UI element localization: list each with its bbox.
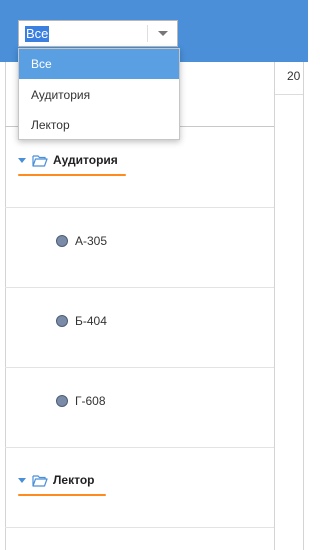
timeline-date-header: 20 [287,69,301,83]
tree-group-label: Аудитория [53,153,118,167]
row-divider [5,207,274,208]
tree-item-label: А-305 [75,234,108,248]
column-divider[interactable] [274,62,275,550]
row-divider [5,287,274,288]
filter-dropdown-list: Все Аудитория Лектор [18,48,180,140]
tree-group-auditorium[interactable]: Аудитория [18,150,118,170]
expand-caret-icon[interactable] [18,157,26,163]
resource-dot-icon [56,395,68,407]
dropdown-option-all[interactable]: Все [19,49,179,79]
tree-group-label: Лектор [53,473,95,487]
folder-open-icon [32,474,48,487]
tree-item-label: Б-404 [75,314,107,328]
combobox-separator [147,25,148,42]
resource-dot-icon [56,315,68,327]
highlight-underline [18,174,126,176]
tree-item-resource[interactable]: А-305 [56,233,107,249]
row-divider [5,447,274,448]
dropdown-option-auditorium[interactable]: Аудитория [19,80,179,110]
tree-group-lecturer[interactable]: Лектор [18,470,94,490]
tree-item-resource[interactable]: Г-608 [56,393,106,409]
row-divider [5,527,274,528]
chevron-down-icon[interactable] [158,31,168,36]
grid-border-right [303,62,304,550]
resource-dot-icon [56,235,68,247]
folder-open-icon [32,154,48,167]
dropdown-option-lecturer[interactable]: Лектор [19,110,179,140]
combobox-selected-text[interactable]: Все [25,26,50,42]
filter-combobox[interactable]: Все [18,20,178,47]
grid-border-left [5,62,6,550]
row-divider [5,367,274,368]
highlight-underline [18,494,106,496]
tree-item-resource[interactable]: Б-404 [56,313,107,329]
timeline-header-divider [275,94,303,95]
expand-caret-icon[interactable] [18,477,26,483]
tree-item-label: Г-608 [75,394,106,408]
